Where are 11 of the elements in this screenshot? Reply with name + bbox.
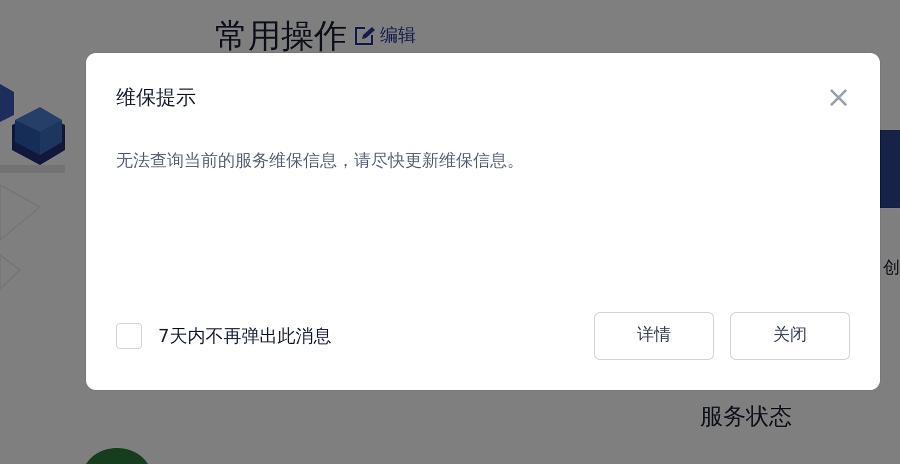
dialog-button[interactable]: 关闭 <box>730 312 850 360</box>
dialog-title: 维保提示 <box>116 85 196 109</box>
section-title: 服务状态 <box>700 402 793 432</box>
dialog-button[interactable]: 详情 <box>594 312 714 360</box>
checkbox[interactable] <box>116 323 142 349</box>
edit-icon <box>355 26 376 46</box>
section-heading: 常用操作 <box>215 18 347 54</box>
dialog-message: 无法查询当前的服务维保信息，请尽快更新维保信息。 <box>116 150 525 173</box>
checkbox-label[interactable]: 7天内不再弹出此消息 <box>158 322 332 350</box>
shortcut-label: 创 <box>883 257 900 280</box>
edit-link[interactable]: 编辑 <box>355 26 416 46</box>
